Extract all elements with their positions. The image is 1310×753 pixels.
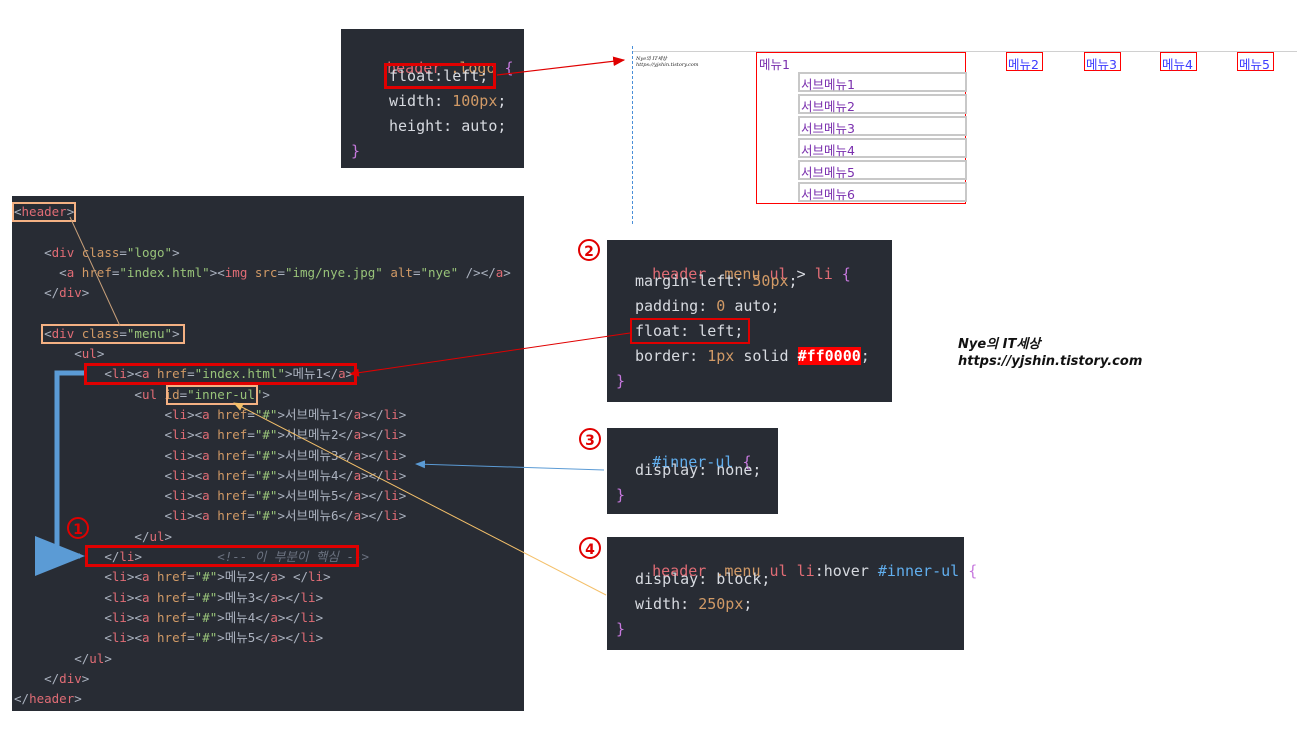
- preview-dashed-guide: [632, 46, 633, 224]
- html-code-panel: <header> <div class="logo"> <a href="ind…: [12, 196, 524, 711]
- submenu-6[interactable]: 서브메뉴6: [801, 184, 855, 203]
- css-panel-4: header .menu ul li:hover #inner-ul { dis…: [607, 537, 977, 650]
- css4-line-1: display: block;: [635, 570, 771, 588]
- css2-line-2: padding: 0 auto;: [635, 297, 780, 315]
- logo-css-line-2: width: 100px;: [389, 92, 507, 110]
- css3-close: }: [616, 486, 626, 504]
- css-panel-2: header .menu ul > li { margin-left: 50px…: [607, 240, 892, 402]
- badge-2: 2: [578, 239, 600, 261]
- logo-css-close: }: [351, 142, 361, 160]
- html-code-line: <li><a href="#">서브메뉴5</a></li>: [164, 488, 407, 504]
- inner-ul-id-highlight: [166, 385, 258, 405]
- html-code-line: <li><a href="#">서브메뉴6</a></li>: [164, 508, 407, 524]
- html-code-line: <a href="index.html"><img src="img/nye.j…: [59, 264, 511, 280]
- html-code-line: <div class="logo">: [44, 244, 180, 260]
- html-code-line: </div>: [44, 285, 90, 301]
- html-code-lines: <header> <div class="logo"> <a href="ind…: [14, 202, 511, 709]
- submenu-3[interactable]: 서브메뉴3: [801, 118, 855, 137]
- preview-logo: Nye의 IT세상 https://yjshin.tistory.com: [636, 56, 699, 68]
- css2-float-highlight: [630, 318, 750, 344]
- html-code-line: </div>: [44, 670, 90, 686]
- logo-css-panel: header .logo { float:left; width: 100px;…: [341, 29, 524, 168]
- badge-4: 4: [579, 537, 601, 559]
- html-code-line: <ul>: [74, 346, 105, 362]
- css-panel-3: #inner-ul { display: none; }: [607, 428, 778, 514]
- logo-css-line-3: height: auto;: [389, 117, 507, 135]
- html-code-line: </header>: [14, 691, 82, 707]
- menu-item-3[interactable]: 메뉴3: [1086, 54, 1117, 73]
- watermark-line-2: https://yjshin.tistory.com: [958, 354, 1143, 369]
- html-code-line: <li><a href="#">메뉴2</a> </li>: [104, 569, 331, 585]
- html-code-line: </ul>: [74, 650, 112, 666]
- html-code-line: <li><a href="#">서브메뉴4</a></li>: [164, 467, 407, 483]
- css2-line-1: margin-left: 50px;: [635, 272, 798, 290]
- submenu-2[interactable]: 서브메뉴2: [801, 96, 855, 115]
- preview-logo-line-2: https://yjshin.tistory.com: [636, 62, 699, 68]
- close-li-highlight: [85, 545, 359, 567]
- css4-close: }: [616, 620, 626, 638]
- html-code-line: <li><a href="#">서브메뉴3</a></li>: [164, 447, 407, 463]
- css3-line-1: display: none;: [635, 461, 762, 479]
- watermark: Nye의 IT세상 https://yjshin.tistory.com: [958, 336, 1142, 370]
- submenu-1[interactable]: 서브메뉴1: [801, 74, 855, 93]
- submenu-4[interactable]: 서브메뉴4: [801, 140, 855, 159]
- css4-line-2: width: 250px;: [635, 595, 753, 613]
- menu1-li-highlight: [84, 363, 357, 385]
- submenu-5[interactable]: 서브메뉴5: [801, 162, 855, 181]
- css2-line-4: border: 1px solid #ff0000;: [635, 347, 870, 365]
- menu-item-5[interactable]: 메뉴5: [1239, 54, 1270, 73]
- html-code-line: <li><a href="#">서브메뉴2</a></li>: [164, 427, 407, 443]
- menu-item-4[interactable]: 메뉴4: [1162, 54, 1193, 73]
- header-tag-highlight: [12, 202, 76, 222]
- watermark-line-1: Nye의 IT세상: [958, 337, 1041, 352]
- html-code-line: <li><a href="#">메뉴5</a></li>: [104, 630, 324, 646]
- html-code-line: <ul id="inner-ul">: [134, 386, 270, 402]
- badge-3: 3: [579, 428, 601, 450]
- html-code-line: <li><a href="#">서브메뉴1</a></li>: [164, 406, 407, 422]
- css2-close: }: [616, 372, 626, 390]
- html-code-line: <header>: [14, 204, 75, 219]
- menu-div-highlight: [41, 324, 185, 344]
- float-left-highlight: [384, 63, 496, 89]
- menu-item-2[interactable]: 메뉴2: [1008, 54, 1039, 73]
- html-code-line: <li><a href="#">메뉴3</a></li>: [104, 589, 324, 605]
- html-code-line: <li><a href="#">메뉴4</a></li>: [104, 609, 324, 625]
- html-code-line: [14, 222, 511, 242]
- badge-1: 1: [67, 517, 89, 539]
- html-code-line: [14, 303, 511, 323]
- menu-item-1[interactable]: 메뉴1: [759, 54, 790, 73]
